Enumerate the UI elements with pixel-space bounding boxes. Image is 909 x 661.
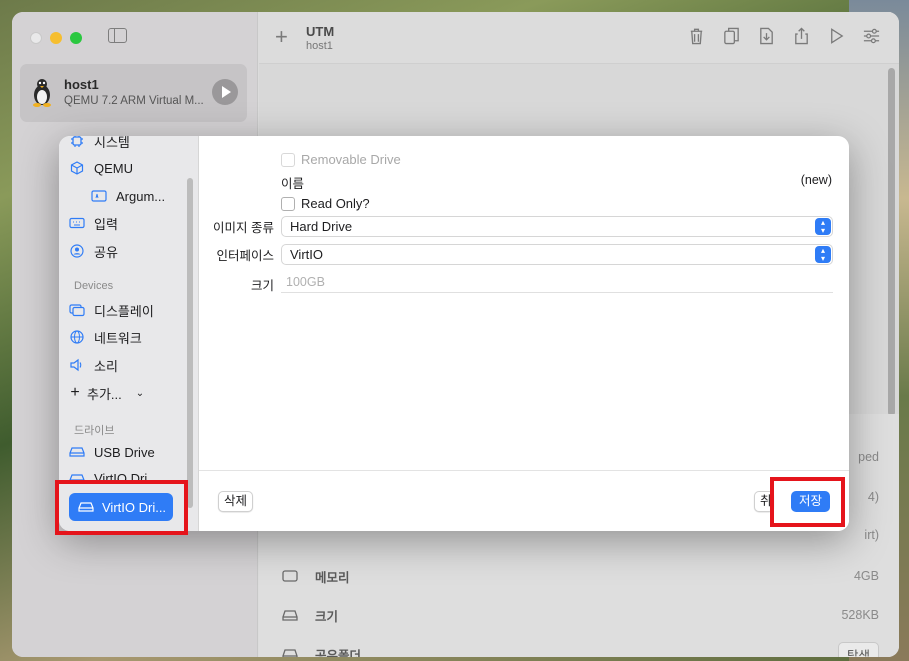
- nav-label: Argum...: [116, 188, 166, 204]
- image-type-label: 이미지 종류: [213, 221, 274, 235]
- nav-label: USB Drive: [94, 444, 155, 460]
- text-field-icon: [91, 188, 107, 204]
- globe-icon: [69, 329, 85, 345]
- nav-label: QEMU: [94, 160, 133, 176]
- name-label: 이름: [281, 177, 305, 191]
- interface-select[interactable]: VirtIO ▴ ▾: [281, 244, 833, 265]
- nav-item-display[interactable]: 디스플레이: [69, 299, 154, 321]
- main-scrollbar[interactable]: [888, 68, 895, 416]
- image-type-select[interactable]: Hard Drive ▴ ▾: [281, 216, 833, 237]
- nav-label: 소리: [94, 358, 118, 374]
- info-label: 공유폴더: [315, 648, 362, 658]
- nav-item-qemu[interactable]: QEMU: [69, 157, 133, 179]
- plus-icon: +: [70, 384, 80, 401]
- shared-drive-icon: [282, 649, 298, 657]
- section-header-drives: 드라이브: [74, 425, 115, 437]
- trash-icon[interactable]: [687, 26, 706, 46]
- info-value: 4GB: [853, 569, 879, 583]
- info-partial-value: ped: [858, 450, 879, 464]
- chevron-down-icon: ⌄: [135, 387, 145, 399]
- removable-drive-label: Removable Drive: [301, 152, 401, 167]
- nav-label: 공유: [94, 244, 118, 260]
- size-label: 크기: [250, 279, 274, 293]
- vm-play-button[interactable]: [212, 79, 238, 105]
- minimize-button[interactable]: [50, 32, 62, 44]
- settings-nav: 시스템 QEMU Argum... 입력 공유 Devices 디스플레이 네트…: [59, 136, 199, 531]
- settings-sliders-icon[interactable]: [862, 26, 881, 46]
- info-row-size: 크기 528KB: [281, 604, 879, 626]
- dialog-footer: 삭제 취소 저장: [199, 470, 849, 531]
- nav-item-usb-drive[interactable]: USB Drive: [69, 441, 155, 463]
- removable-drive-checkbox[interactable]: [281, 153, 295, 167]
- read-only-label: Read Only?: [301, 196, 370, 211]
- select-value: Hard Drive: [290, 219, 353, 234]
- read-only-checkbox[interactable]: [281, 197, 295, 211]
- vm-list-item[interactable]: host1 QEMU 7.2 ARM Virtual M...: [20, 64, 247, 122]
- drive-settings-dialog: 시스템 QEMU Argum... 입력 공유 Devices 디스플레이 네트…: [59, 136, 849, 531]
- toolbar-actions: [687, 26, 881, 46]
- nav-label: 시스템: [94, 136, 130, 150]
- info-label: 크기: [315, 609, 339, 624]
- close-button[interactable]: [30, 32, 42, 44]
- nav-item-arguments[interactable]: Argum...: [91, 185, 165, 207]
- nav-item-network[interactable]: 네트워크: [69, 326, 142, 348]
- drive-icon: [282, 610, 298, 621]
- toolbar-subtitle: host1: [306, 40, 333, 52]
- keyboard-icon: [69, 215, 85, 231]
- name-value: (new): [800, 173, 832, 187]
- info-label: 메모리: [315, 570, 350, 585]
- nav-label: 추가...: [87, 386, 122, 402]
- window-controls: [30, 32, 82, 44]
- add-vm-button[interactable]: +: [275, 24, 288, 50]
- highlight-selected-drive: [55, 480, 188, 535]
- info-row-memory: 메모리 4GB: [281, 565, 879, 587]
- info-partial-value: irt): [864, 528, 879, 542]
- toolbar-title: UTM: [306, 24, 335, 39]
- size-input[interactable]: 100GB: [281, 273, 833, 293]
- display-icon: [69, 302, 85, 318]
- nav-item-system[interactable]: 시스템: [69, 136, 130, 152]
- vm-name: host1: [64, 77, 99, 92]
- clone-icon[interactable]: [722, 26, 741, 46]
- chevron-updown-icon: ▴ ▾: [815, 218, 831, 235]
- interface-label: 인터페이스: [216, 249, 274, 263]
- drive-icon: [69, 444, 85, 460]
- speaker-icon: [69, 357, 85, 373]
- info-value: 528KB: [841, 608, 879, 622]
- nav-item-input[interactable]: 입력: [69, 212, 118, 234]
- linux-penguin-icon: [33, 79, 51, 107]
- info-row-shared-folder: 공유폴더 탐색: [281, 641, 879, 658]
- download-icon[interactable]: [757, 26, 776, 46]
- sidebar-toggle-icon[interactable]: [108, 28, 127, 43]
- nav-item-sound[interactable]: 소리: [69, 354, 118, 376]
- toolbar: + UTM host1: [259, 12, 899, 64]
- select-value: VirtIO: [290, 247, 323, 262]
- info-partial-value: 4): [867, 490, 879, 504]
- section-header-devices: Devices: [74, 280, 114, 292]
- cpu-icon: [69, 136, 85, 149]
- chevron-updown-icon: ▴ ▾: [815, 246, 831, 263]
- nav-scrollbar[interactable]: [187, 178, 193, 508]
- highlight-save-button: [770, 477, 845, 527]
- person-circle-icon: [69, 243, 85, 259]
- nav-label: 입력: [94, 216, 118, 232]
- nav-item-sharing[interactable]: 공유: [69, 240, 118, 262]
- vm-description: QEMU 7.2 ARM Virtual M...: [64, 95, 204, 107]
- share-icon[interactable]: [792, 26, 811, 46]
- nav-item-add-device[interactable]: + 추가... ⌄: [69, 382, 144, 404]
- run-icon[interactable]: [827, 26, 846, 46]
- zoom-button[interactable]: [70, 32, 82, 44]
- cube-icon: [69, 160, 85, 176]
- nav-label: 네트워크: [94, 330, 142, 346]
- memory-chip-icon: [282, 570, 298, 582]
- nav-label: 디스플레이: [94, 303, 154, 319]
- delete-button[interactable]: 삭제: [218, 491, 254, 512]
- browse-button[interactable]: 탐색: [837, 641, 879, 657]
